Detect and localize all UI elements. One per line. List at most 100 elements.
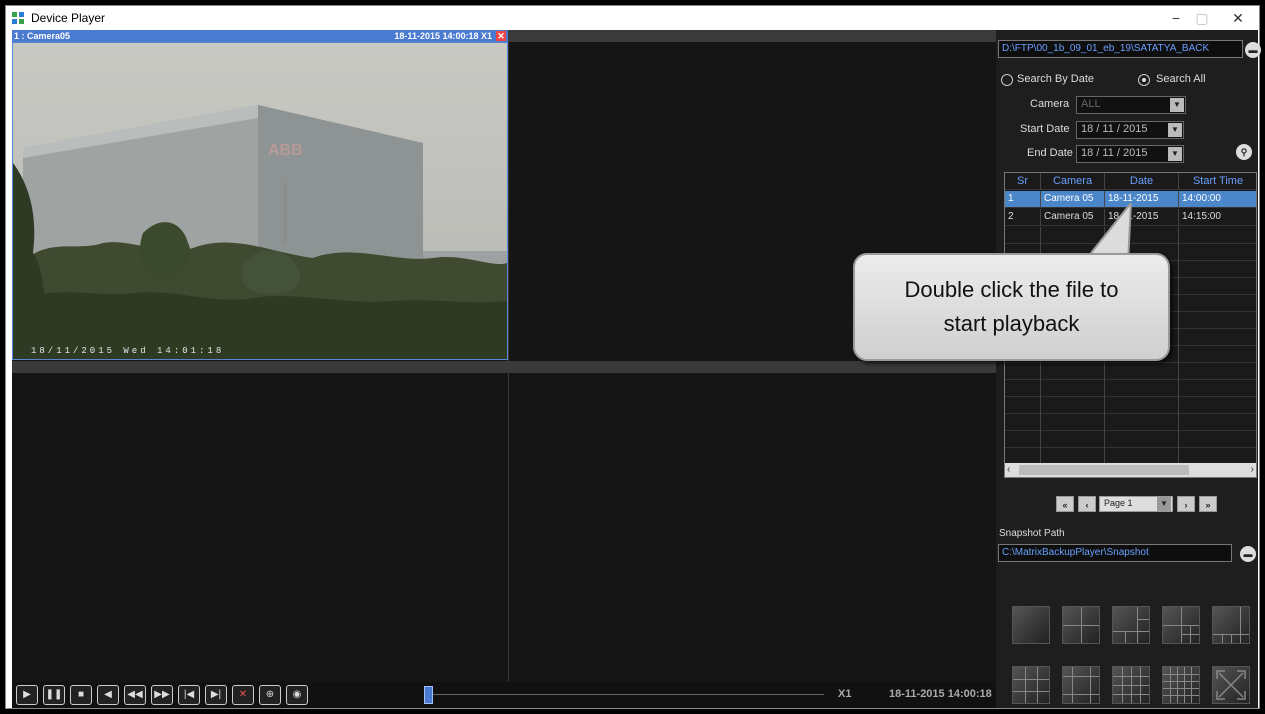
horizontal-scrollbar[interactable]: ‹ › — [1005, 463, 1256, 477]
empty-cell — [1179, 295, 1256, 312]
grid-line — [1163, 681, 1199, 682]
empty-cell — [1041, 414, 1105, 431]
first-page-button[interactable]: « — [1056, 496, 1074, 512]
maximize-button[interactable]: ▢ — [1182, 6, 1222, 30]
callout-line-2: start playback — [943, 311, 1080, 336]
grid-line — [1222, 634, 1223, 643]
layout-1x1-button[interactable] — [1012, 606, 1050, 644]
grid-line — [1184, 667, 1185, 703]
layout-1plus7-button[interactable] — [1162, 606, 1200, 644]
layout-1plus5-button[interactable] — [1112, 606, 1150, 644]
last-page-button[interactable]: » — [1199, 496, 1217, 512]
layout-4x4-button[interactable] — [1112, 666, 1150, 704]
stop-button[interactable]: ■ — [70, 685, 92, 705]
tile-1-video[interactable]: ABB 18/11/2015 Wed 14:01:18 — [12, 42, 508, 360]
fast-forward-button[interactable]: ▶▶ — [151, 685, 173, 705]
grid-line — [1013, 691, 1049, 692]
calendar-dropdown-icon: ▼ — [1168, 147, 1182, 161]
chevron-left-icon: ‹ — [1085, 500, 1089, 510]
empty-cell — [1179, 431, 1256, 448]
current-playback-time: 18-11-2015 14:00:18 — [889, 688, 992, 700]
zoom-in-icon: ⊕ — [265, 689, 275, 700]
empty-cell — [1041, 363, 1105, 380]
tile-3-header — [12, 361, 508, 373]
grid-line — [1113, 631, 1149, 632]
video-tile-4[interactable] — [509, 361, 996, 681]
close-window-button[interactable]: ✕ — [1218, 6, 1258, 30]
empty-cell — [1179, 363, 1256, 380]
page-select[interactable]: Page 1 ▼ — [1099, 496, 1173, 512]
previous-page-button[interactable]: ‹ — [1078, 496, 1096, 512]
start-date-value: 18 / 11 / 2015 — [1081, 123, 1148, 135]
empty-cell — [1105, 397, 1179, 414]
column-header-sr[interactable]: Sr — [1005, 173, 1041, 190]
scroll-right-icon[interactable]: › — [1251, 463, 1254, 477]
video-overlay-timestamp: 18/11/2015 Wed 14:01:18 — [31, 346, 224, 356]
empty-cell — [1105, 363, 1179, 380]
empty-cell — [1179, 278, 1256, 295]
browse-folder-icon[interactable]: ▬ — [1240, 546, 1256, 562]
empty-table-row — [1005, 431, 1256, 448]
scrollbar-thumb[interactable] — [1019, 465, 1189, 475]
search-all-radio[interactable] — [1138, 74, 1150, 86]
mute-button[interactable]: ✕ — [232, 685, 254, 705]
search-by-date-radio[interactable] — [1001, 74, 1013, 86]
seek-bar[interactable] — [424, 694, 824, 695]
title-bar[interactable]: Device Player − ▢ ✕ — [6, 6, 1259, 30]
grid-line — [1037, 667, 1038, 703]
search-all-label: Search All — [1156, 73, 1206, 85]
layout-1plus9-button[interactable] — [1212, 606, 1250, 644]
scroll-left-icon[interactable]: ‹ — [1007, 463, 1010, 477]
video-tile-3[interactable] — [12, 361, 508, 681]
chevron-down-icon: ▼ — [1170, 98, 1184, 112]
video-tile-1[interactable]: 1 : Camera05 18-11-2015 14:00:18 X1 ✕ AB… — [12, 30, 508, 360]
double-chevron-right-icon: » — [1205, 500, 1211, 510]
rewind-button[interactable]: ◀◀ — [124, 685, 146, 705]
grid-line — [1163, 674, 1199, 675]
snapshot-button[interactable]: ◉ — [286, 685, 308, 705]
tile-1-header: 1 : Camera05 18-11-2015 14:00:18 X1 ✕ — [12, 30, 508, 42]
end-date-picker[interactable]: 18 / 11 / 2015 ▼ — [1076, 145, 1184, 163]
grid-line — [1072, 667, 1073, 703]
calendar-dropdown-icon: ▼ — [1168, 123, 1182, 137]
next-file-button[interactable]: ▶| — [205, 685, 227, 705]
tile-1-close-icon[interactable]: ✕ — [496, 31, 506, 41]
fullscreen-button[interactable] — [1212, 666, 1250, 704]
layout-5x5-button[interactable] — [1162, 666, 1200, 704]
table-header: Sr Camera Date Start Time — [1005, 173, 1256, 190]
step-back-button[interactable]: ◀ — [97, 685, 119, 705]
layout-3x3-button[interactable] — [1012, 666, 1050, 704]
snapshot-path-field[interactable]: C:\MatrixBackupPlayer\Snapshot — [998, 544, 1232, 562]
empty-cell — [1179, 227, 1256, 244]
empty-cell — [1179, 414, 1256, 431]
layout-2x2-button[interactable] — [1062, 606, 1100, 644]
browse-folder-icon[interactable]: ▬ — [1245, 42, 1261, 58]
chevron-down-icon: ▼ — [1157, 497, 1171, 511]
seek-thumb[interactable] — [424, 686, 433, 704]
backup-path-field[interactable]: D:\FTP\00_1b_09_01_eb_19\SATATYA_BACK — [998, 40, 1243, 58]
previous-file-button[interactable]: |◀ — [178, 685, 200, 705]
building-logo-text: ABB — [268, 142, 303, 159]
column-header-start-time[interactable]: Start Time — [1179, 173, 1256, 190]
empty-cell — [1179, 346, 1256, 363]
empty-cell — [1041, 397, 1105, 414]
search-icon[interactable]: ⚲ — [1236, 144, 1252, 160]
stop-icon: ■ — [77, 689, 85, 700]
pause-button[interactable]: ❚❚ — [43, 685, 65, 705]
app-icon — [12, 12, 24, 24]
grid-line — [1137, 619, 1149, 620]
column-header-date[interactable]: Date — [1105, 173, 1179, 190]
empty-cell — [1179, 244, 1256, 261]
camera-select[interactable]: ALL ▼ — [1076, 96, 1186, 114]
snapshot-path-label: Snapshot Path — [999, 528, 1065, 539]
zoom-button[interactable]: ⊕ — [259, 685, 281, 705]
start-date-label: Start Date — [1020, 123, 1070, 135]
next-page-button[interactable]: › — [1177, 496, 1195, 512]
empty-cell — [1105, 414, 1179, 431]
layout-1plus12-button[interactable] — [1062, 666, 1100, 704]
tile-1-camera-label: 1 : Camera05 — [14, 31, 71, 41]
empty-cell — [1005, 363, 1041, 380]
start-date-picker[interactable]: 18 / 11 / 2015 ▼ — [1076, 121, 1184, 139]
column-header-camera[interactable]: Camera — [1041, 173, 1105, 190]
play-button[interactable]: ▶ — [16, 685, 38, 705]
